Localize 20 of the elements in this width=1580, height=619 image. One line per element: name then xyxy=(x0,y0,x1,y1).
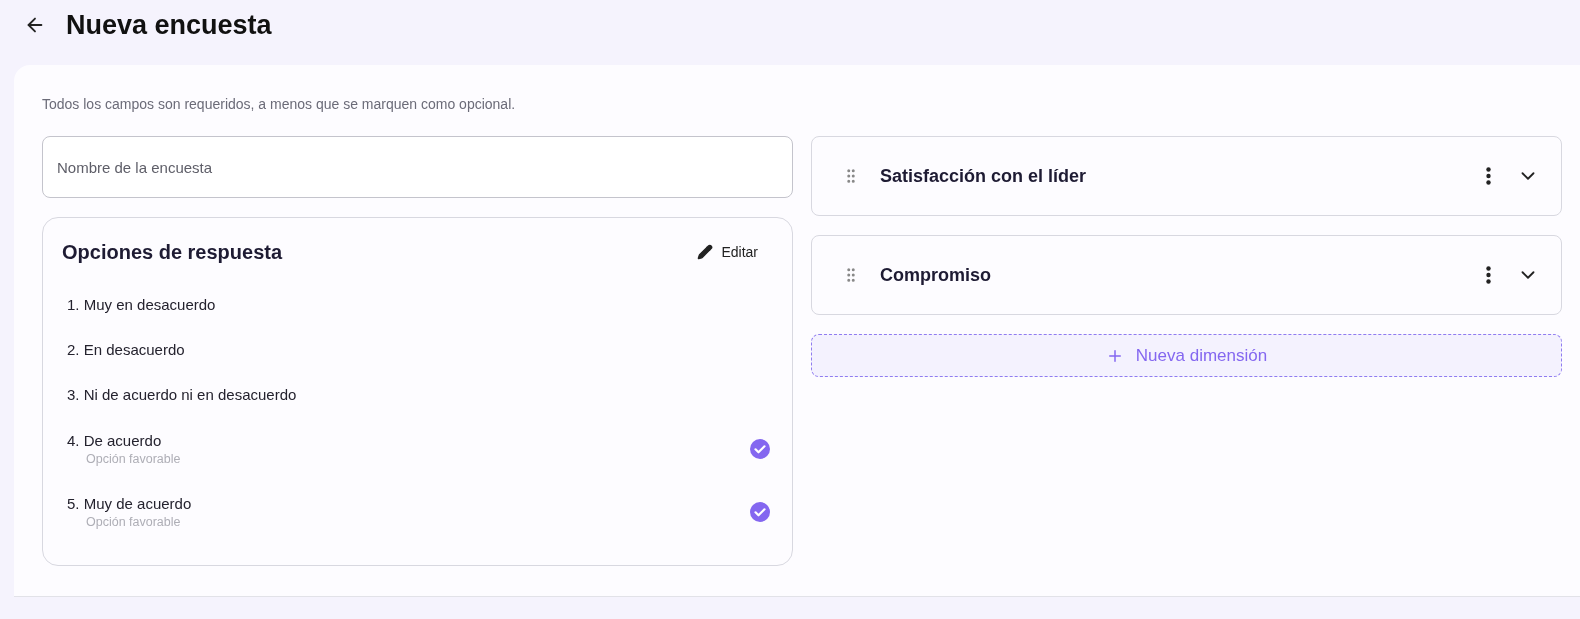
required-fields-hint: Todos los campos son requeridos, a menos que se marquen como opcional. xyxy=(42,96,517,112)
edit-button[interactable]: Editar xyxy=(683,240,772,264)
answer-option: 2. En desacuerdo xyxy=(67,341,185,358)
answer-option: 1. Muy en desacuerdo xyxy=(67,296,216,313)
dimension-title: Compromiso xyxy=(880,264,992,286)
answer-option: 4. De acuerdo xyxy=(67,431,181,449)
new-dimension-button[interactable]: Nueva dimensión xyxy=(811,334,1562,377)
more-options-button[interactable] xyxy=(1486,167,1491,185)
dimension-title: Satisfacción con el líder xyxy=(880,165,1088,187)
page-title: Nueva encuesta xyxy=(66,9,272,41)
more-icon xyxy=(1486,167,1491,185)
answer-option: 5. Muy de acuerdo xyxy=(67,494,192,512)
option-note: Opción favorable xyxy=(85,514,182,529)
option-note: Opción favorable xyxy=(85,451,181,466)
answer-options-title: Opciones de respuesta xyxy=(62,240,283,264)
survey-name-field[interactable]: Nombre de la encuesta xyxy=(42,136,793,198)
pencil-icon xyxy=(697,244,714,260)
answer-option: 3. Ni de acuerdo ni en desacuerdo xyxy=(67,386,297,403)
more-icon xyxy=(1486,266,1491,284)
more-options-button[interactable] xyxy=(1486,266,1491,284)
